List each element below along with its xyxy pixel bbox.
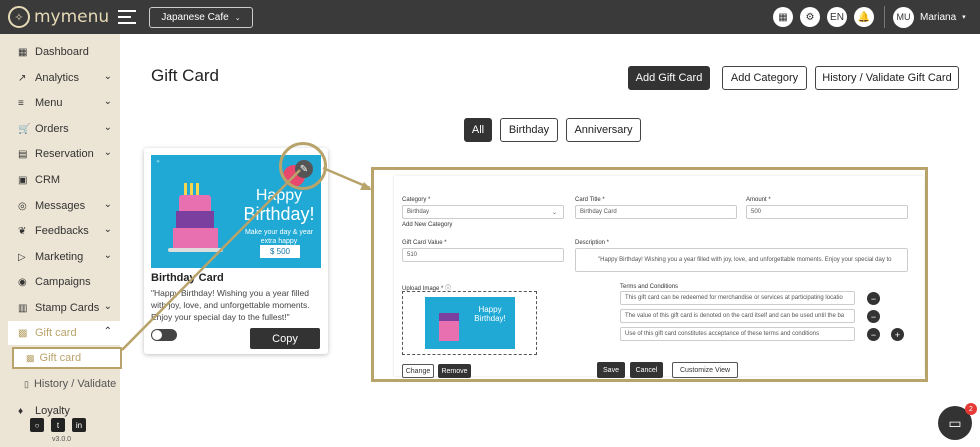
category-select[interactable]: Birthday ⌄	[402, 205, 564, 219]
save-button[interactable]: Save	[597, 362, 625, 378]
card-title-input[interactable]: Birthday Card	[575, 205, 737, 219]
description-label: Description *	[575, 240, 610, 246]
add-new-category-link[interactable]: Add New Category	[402, 222, 452, 228]
terms-input-1[interactable]: This gift card can be redeemed for merch…	[620, 291, 855, 305]
gift-card-value-label: Gift Card Value *	[402, 240, 447, 246]
card-title-label: Card Title *	[575, 197, 605, 203]
terms-input-2[interactable]: The value of this gift card is denoted o…	[620, 309, 855, 323]
terms-label: Terms and Conditions	[620, 284, 679, 290]
amount-label: Amount *	[746, 197, 771, 203]
gift-card-value-input[interactable]: 510	[402, 248, 564, 262]
remove-image-button[interactable]: Remove	[438, 364, 471, 378]
cancel-button[interactable]: Cancel	[630, 362, 663, 378]
remove-term-icon[interactable]: −	[867, 292, 880, 305]
change-image-button[interactable]: Change	[402, 364, 434, 378]
uploaded-image-thumbnail: Happy Birthday!	[425, 297, 515, 349]
terms-input-3[interactable]: Use of this gift card constitutes accept…	[620, 327, 855, 341]
description-textarea[interactable]: "Happy Birthday! Wishing you a year fill…	[575, 248, 908, 272]
chat-badge: 2	[965, 403, 977, 415]
thumbnail-heading: Happy Birthday!	[474, 305, 506, 323]
cake-icon	[439, 313, 459, 341]
add-term-icon[interactable]: +	[891, 328, 904, 341]
customize-view-button[interactable]: Customize View	[672, 362, 738, 378]
chevron-down-icon: ⌄	[551, 209, 557, 216]
category-label: Category *	[402, 197, 431, 203]
remove-term-icon[interactable]: −	[867, 310, 880, 323]
remove-term-icon[interactable]: −	[867, 328, 880, 341]
amount-input[interactable]: 500	[746, 205, 908, 219]
